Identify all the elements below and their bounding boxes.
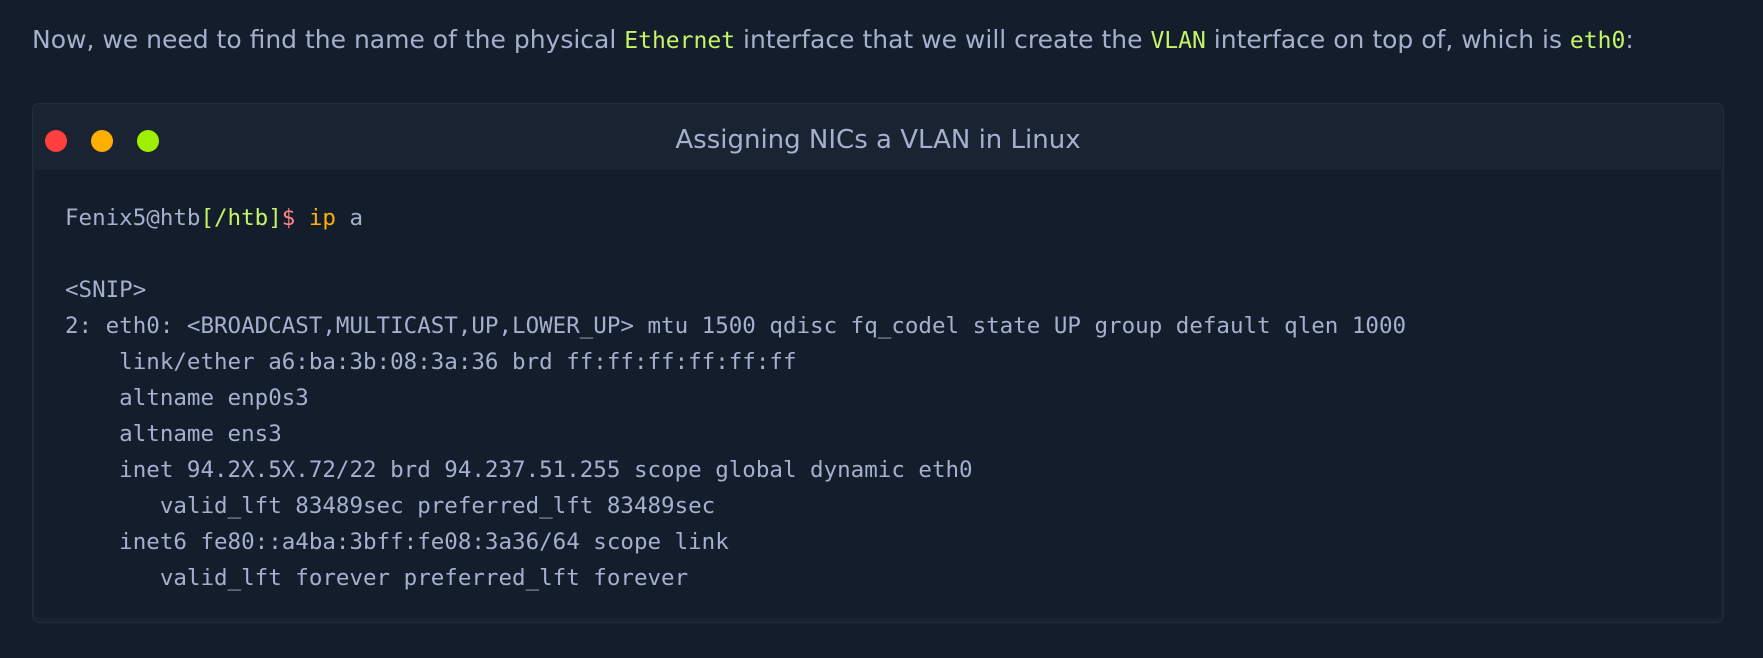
intro-paragraph: Now, we need to find the name of the phy… bbox=[32, 18, 1732, 63]
prompt-symbol: $ bbox=[281, 205, 296, 231]
terminal-window: Assigning NICs a VLAN in Linux Fenix5@ht… bbox=[32, 103, 1724, 623]
terminal-titlebar: Assigning NICs a VLAN in Linux bbox=[33, 104, 1723, 170]
terminal-title: Assigning NICs a VLAN in Linux bbox=[675, 125, 1081, 155]
output-line: link/ether a6:ba:3b:08:3a:36 brd ff:ff:f… bbox=[65, 349, 797, 375]
prompt-command: ip bbox=[308, 205, 336, 231]
output-line: valid_lft 83489sec preferred_lft 83489se… bbox=[65, 493, 716, 519]
output-line: altname ens3 bbox=[65, 421, 282, 447]
output-line: 2: eth0: <BROADCAST,MULTICAST,UP,LOWER_U… bbox=[65, 313, 1407, 339]
inline-code-ethernet: Ethernet bbox=[624, 28, 736, 54]
output-line: valid_lft forever preferred_lft forever bbox=[65, 565, 689, 591]
prompt-path: [/htb] bbox=[200, 205, 282, 231]
output-line: inet6 fe80::a4ba:3bff:fe08:3a36/64 scope… bbox=[65, 529, 729, 555]
intro-text: : bbox=[1625, 25, 1634, 54]
inline-code-eth0: eth0 bbox=[1569, 28, 1626, 54]
prompt-line: Fenix5@htb[/htb]$ ip a bbox=[65, 200, 1721, 236]
output-line: <SNIP> bbox=[65, 277, 147, 303]
inline-code-vlan: VLAN bbox=[1150, 28, 1206, 54]
intro-text: interface on top of, which is bbox=[1205, 25, 1570, 54]
output-line: inet 94.2X.5X.72/22 brd 94.237.51.255 sc… bbox=[65, 457, 973, 483]
prompt-user-host: Fenix5@htb bbox=[65, 205, 201, 231]
intro-text: interface that we will create the bbox=[735, 25, 1151, 54]
output-line: altname enp0s3 bbox=[65, 385, 309, 411]
terminal-body[interactable]: Fenix5@htb[/htb]$ ip a <SNIP> 2: eth0: <… bbox=[35, 170, 1721, 618]
prompt-argument: a bbox=[349, 205, 364, 231]
intro-text: Now, we need to find the name of the phy… bbox=[32, 25, 625, 54]
